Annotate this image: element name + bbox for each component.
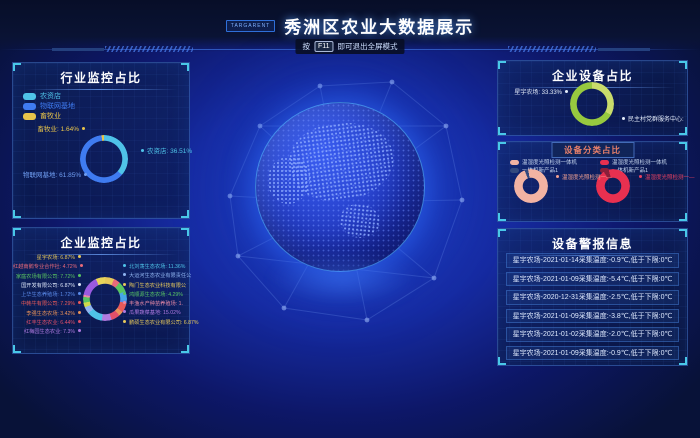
chart-label-agristore: 农资店: 36.51% — [141, 145, 192, 155]
legend-swatch — [23, 93, 36, 100]
tip-prefix: 按 — [302, 41, 310, 52]
legend-label: 农资店 — [40, 91, 61, 101]
chart-label: 鸿顺源生态农场: 4.29% — [123, 291, 201, 300]
chart-label-iot-base: 物联网基地: 61.85% — [23, 169, 83, 179]
legend-swatch — [23, 113, 36, 120]
bar-decor-right — [598, 48, 650, 51]
hatch-decor-right — [508, 46, 596, 52]
title-divider — [24, 89, 179, 90]
chart-label: 国开发有限公司: 6.87% — [13, 282, 81, 291]
continent-europe — [268, 157, 310, 204]
panel-device-alerts: 设备警报信息 星宇农场-2021-01-14采集温度:-0.9℃,低于下限:0℃… — [497, 228, 688, 366]
chart-label-xingyu-farm: 星宇农场: 33.33% — [506, 87, 568, 96]
legend-swatch — [510, 168, 519, 173]
globe-underglow — [268, 252, 418, 308]
enterprise-donut-chart[interactable] — [83, 277, 127, 321]
hatch-decor-left — [105, 46, 193, 52]
legend-item: 温湿度光照检测一体机 — [510, 158, 577, 166]
alert-row[interactable]: 星宇农场-2021-01-09采集温度:-3.8℃,低于下限:0℃ — [506, 309, 679, 324]
alert-row[interactable]: 星宇农场-2021-01-09采集温度:-5.4℃,低于下限:0℃ — [506, 272, 679, 287]
panel-equipment-ratio: 企业设备占比 星宇农场: 33.33% 民主村党群服务中心: — [497, 60, 688, 136]
chart-label: 红越南鹅专业合作社: 4.72% — [13, 263, 81, 272]
chart-label: 瓜果蔬菜基地: 15.02% — [123, 309, 201, 318]
chart-label: 红丰生态农业: 6.44% — [13, 319, 81, 328]
legend-item: 畜牧业 — [23, 111, 75, 121]
tip-suffix: 即可退出全屏模式 — [338, 41, 398, 52]
alert-row[interactable]: 星宇农场-2021-01-02采集温度:-2.0℃,低于下限:0℃ — [506, 327, 679, 342]
chart-label: 李强生态农场: 3.42% — [13, 310, 81, 319]
panel-device-classification: 设备分类占比 温湿度光照检测一体机一体机新产品1 温湿度光照检测一体机一体机新产… — [497, 141, 688, 222]
f11-keycap: F11 — [314, 41, 334, 52]
chart-label-service-center: 民主村党群服务中心: — [622, 114, 684, 123]
chart-label-livestock: 畜牧业: 1.64% — [21, 123, 85, 133]
legend-label: 温湿度光照检测一体机 — [522, 158, 577, 166]
alert-row[interactable]: 星宇农场-2021-01-09采集温度:-0.9℃,低于下限:0℃ — [506, 346, 679, 361]
brand-logo: TARGARENT — [226, 20, 275, 32]
enterprise-labels-right: 北刘荡生态农场: 11.36%大运河生态农业有限责任公陶门生态农业科技有限公鸿顺… — [123, 263, 201, 328]
chart-label: 鹏硕生态农业有限公司: 6.87% — [123, 319, 201, 328]
alert-list: 星宇农场-2021-01-14采集温度:-0.9℃,低于下限:0℃ 星宇农场-20… — [506, 253, 679, 364]
chart-label: 中韩牛有限公司: 7.29% — [13, 300, 81, 309]
bar-decor-left — [52, 48, 104, 51]
chart-label: 北刘荡生态农场: 11.36% — [123, 263, 201, 272]
industry-legend: 农资店物联网基地畜牧业 — [23, 91, 75, 121]
chart-label: 家庭农场有限公司: 7.72% — [13, 273, 81, 282]
legend-swatch — [600, 160, 609, 165]
panel-title-alerts: 设备警报信息 — [498, 235, 687, 252]
fullscreen-tip: 按 F11 即可退出全屏模式 — [295, 39, 404, 54]
panel-title-industry: 行业监控占比 — [13, 69, 189, 86]
alert-row[interactable]: 星宇农场-2021-01-14采集温度:-0.9℃,低于下限:0℃ — [506, 253, 679, 268]
chart-label: 陶门生态农业科技有限公 — [123, 282, 201, 291]
device-class-left-donut[interactable] — [514, 169, 548, 203]
panel-industry-monitor: 行业监控占比 农资店物联网基地畜牧业 畜牧业: 1.64% 农资店: 36.51… — [12, 62, 190, 219]
enterprise-labels-left: 星宇农场: 6.87%红越南鹅专业合作社: 4.72%家庭农场有限公司: 7.7… — [13, 254, 81, 338]
legend-label: 物联网基地 — [40, 101, 75, 111]
legend-label: 温湿度光照检测一体机 — [612, 158, 667, 166]
dashboard: TARGARENT 秀洲区农业大数据展示 按 F11 即可退出全屏模式 — [0, 0, 700, 438]
globe — [255, 102, 425, 272]
device-class-left-pointer-label: 温湿度光照检测一— — [556, 173, 612, 181]
page-title: 秀洲区农业大数据展示 — [284, 13, 474, 38]
chart-label: 大运河生态农业有限责任公 — [123, 272, 201, 281]
device-class-right-pointer-label: 温湿度光照检测一— — [639, 173, 695, 181]
equipment-donut-chart[interactable] — [570, 82, 614, 126]
chart-label: 丰渔水产种苗养殖场: 1. — [123, 300, 201, 309]
panel-enterprise-monitor: 企业监控占比 星宇农场: 6.87%红越南鹅专业合作社: 4.72%家庭农场有限… — [12, 227, 190, 354]
header: TARGARENT 秀洲区农业大数据展示 — [0, 13, 700, 38]
legend-swatch — [510, 160, 519, 165]
legend-item: 农资店 — [23, 91, 75, 101]
panel-title-device-class: 设备分类占比 — [551, 142, 634, 158]
legend-swatch — [23, 103, 36, 110]
industry-donut-chart[interactable] — [80, 135, 128, 183]
alert-row[interactable]: 星宇农场-2020-12-31采集温度:-2.5℃,低于下限:0℃ — [506, 290, 679, 305]
legend-label: 畜牧业 — [40, 111, 61, 121]
chart-label: 红梅园生态农业: 7.3% — [13, 328, 81, 337]
chart-label: 上华生态养殖场: 1.72% — [13, 291, 81, 300]
legend-item: 温湿度光照检测一体机 — [600, 158, 667, 166]
legend-item: 物联网基地 — [23, 101, 75, 111]
panel-title-enterprise: 企业监控占比 — [13, 234, 189, 251]
chart-label: 星宇农场: 6.87% — [13, 254, 81, 263]
